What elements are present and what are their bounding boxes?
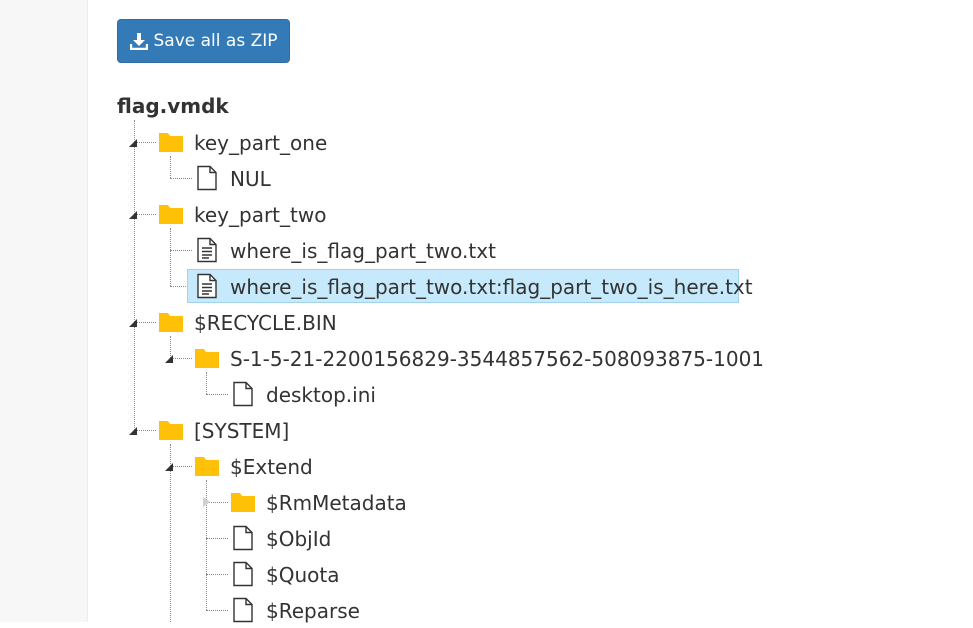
folder-icon xyxy=(231,493,255,512)
collapse-toggle-icon[interactable] xyxy=(165,463,173,471)
tree-guide xyxy=(206,372,207,394)
tree-connector xyxy=(170,178,192,179)
file-icon xyxy=(233,597,253,623)
tree-connector xyxy=(206,574,228,575)
tree-guide-root xyxy=(134,120,135,432)
tree-node-label: desktop.ini xyxy=(266,383,376,407)
tree-guide xyxy=(170,228,171,286)
file-icon xyxy=(233,381,253,407)
tree-connector xyxy=(170,358,192,359)
expand-toggle-icon[interactable] xyxy=(203,497,210,507)
tree-connector xyxy=(134,430,156,431)
tree-connector xyxy=(170,286,188,287)
tree-node-label: $RmMetadata xyxy=(266,491,407,515)
tree-node-label: key_part_two xyxy=(194,203,327,227)
text-file-icon xyxy=(197,237,217,263)
collapse-toggle-icon[interactable] xyxy=(129,319,137,327)
tree-node-label: $ObjId xyxy=(266,527,332,551)
tree-connector xyxy=(134,322,156,323)
file-icon xyxy=(233,525,253,551)
folder-icon xyxy=(159,313,183,332)
tree-node-label: $RECYCLE.BIN xyxy=(194,311,337,335)
tree-connector xyxy=(170,466,192,467)
tree-node-label: key_part_one xyxy=(194,131,328,155)
file-tree: key_part_one NUL key_part_two where_is_f… xyxy=(0,0,973,623)
file-icon xyxy=(197,165,217,191)
tree-connector xyxy=(206,538,228,539)
folder-icon xyxy=(159,421,183,440)
tree-connector xyxy=(170,250,192,251)
collapse-toggle-icon[interactable] xyxy=(129,139,137,147)
folder-icon xyxy=(195,349,219,368)
tree-connector xyxy=(206,394,228,395)
tree-connector xyxy=(134,214,156,215)
tree-node-label: where_is_flag_part_two.txt xyxy=(230,239,496,263)
text-file-icon xyxy=(197,273,217,299)
tree-guide xyxy=(170,156,171,178)
collapse-toggle-icon[interactable] xyxy=(129,427,137,435)
tree-node-label: NUL xyxy=(230,167,271,191)
folder-icon xyxy=(159,133,183,152)
folder-icon xyxy=(195,457,219,476)
file-icon xyxy=(233,561,253,587)
tree-node-label: $Quota xyxy=(266,563,340,587)
tree-node-label: where_is_flag_part_two.txt:flag_part_two… xyxy=(230,275,753,299)
tree-node-label: [SYSTEM] xyxy=(194,419,290,443)
tree-connector xyxy=(206,610,228,611)
collapse-toggle-icon[interactable] xyxy=(165,355,173,363)
folder-icon xyxy=(159,205,183,224)
tree-node-label: $Extend xyxy=(230,455,313,479)
collapse-toggle-icon[interactable] xyxy=(129,211,137,219)
tree-node-label: S-1-5-21-2200156829-3544857562-508093875… xyxy=(230,347,765,371)
tree-node-label: $Reparse xyxy=(266,599,360,623)
tree-connector xyxy=(134,142,156,143)
